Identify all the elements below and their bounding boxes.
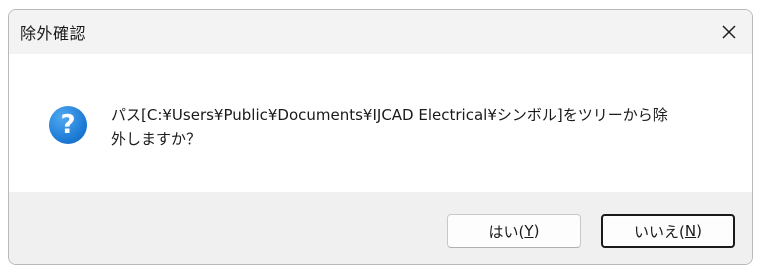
question-icon: ? (49, 106, 87, 144)
yes-mnemonic: Y (524, 222, 534, 240)
confirm-dialog: 除外確認 ? パス[C:¥Users¥Public¥Documents¥IJCA… (8, 9, 753, 265)
close-icon (722, 25, 736, 39)
no-label-end: ) (696, 222, 702, 240)
no-mnemonic: N (684, 222, 697, 240)
yes-label-end: ) (533, 222, 540, 240)
no-button[interactable]: いいえ(N) (601, 214, 735, 248)
dialog-title: 除外確認 (20, 24, 87, 43)
yes-button[interactable]: はい(Y) (447, 214, 581, 248)
close-button[interactable] (706, 10, 752, 54)
button-bar: はい(Y) いいえ(N) (9, 192, 752, 264)
title-bar: 除外確認 (9, 10, 752, 54)
no-label: いいえ( (634, 222, 685, 241)
dialog-message: パス[C:¥Users¥Public¥Documents¥IJCAD Elect… (111, 106, 668, 148)
yes-label: はい( (488, 222, 525, 241)
question-glyph: ? (60, 110, 76, 140)
dialog-content: ? パス[C:¥Users¥Public¥Documents¥IJCAD Ele… (9, 54, 752, 192)
